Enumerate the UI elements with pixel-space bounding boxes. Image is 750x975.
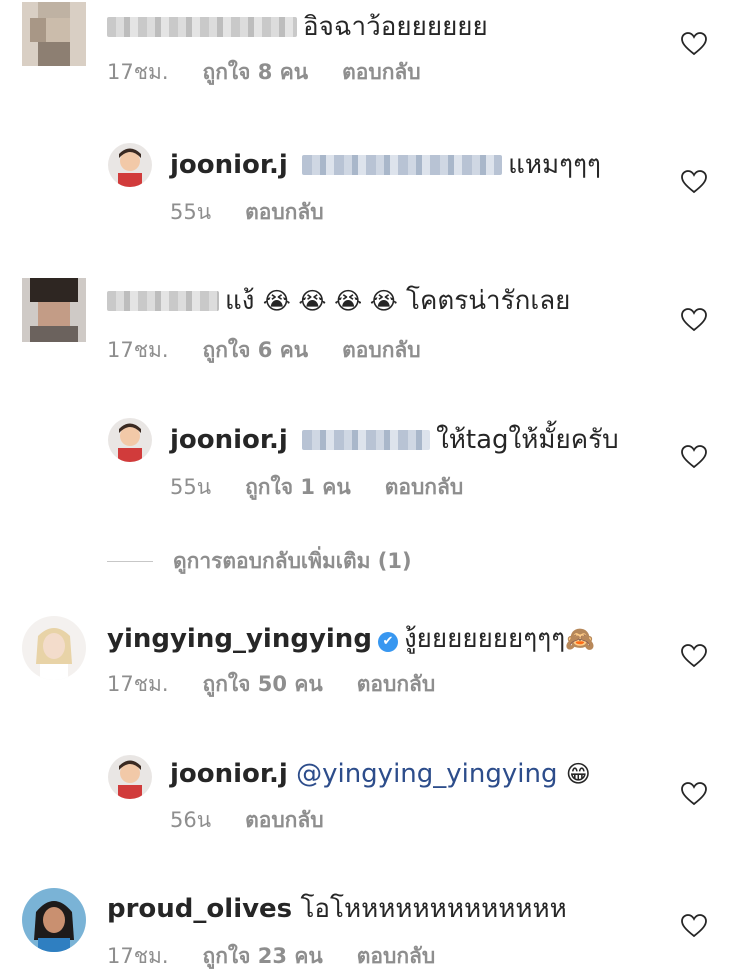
heart-outline-icon[interactable]	[681, 644, 707, 668]
heart-outline-icon[interactable]	[681, 170, 707, 194]
see-no-evil-monkey-emoji: 🙈	[565, 625, 596, 653]
blurred-mention	[302, 430, 431, 450]
timestamp: 17ชม.	[107, 944, 169, 968]
username[interactable]: proud_olives	[107, 894, 292, 924]
heart-outline-icon[interactable]	[681, 32, 707, 56]
timestamp: 55น	[170, 475, 212, 499]
comment-meta: 17ชม. ถูกใจ 6 คน ตอบกลับ	[107, 336, 421, 364]
comment-text: yingying_yingying ✔ งู้ยยยยยยยๆๆๆ🙈	[107, 624, 596, 654]
avatar[interactable]	[108, 418, 152, 462]
reply-button[interactable]: ตอบกลับ	[357, 942, 436, 970]
timestamp: 55น	[170, 200, 212, 224]
comment-meta: 17ชม. ถูกใจ 23 คน ตอบกลับ	[107, 942, 435, 970]
comment-meta: 17ชม. ถูกใจ 50 คน ตอบกลับ	[107, 670, 435, 698]
timestamp: 17ชม.	[107, 672, 169, 696]
blurred-username	[107, 291, 219, 311]
heart-outline-icon[interactable]	[681, 308, 707, 332]
avatar[interactable]	[22, 888, 86, 952]
comment-text: joonior.j ให้tagให้มั้ยครับ	[170, 425, 619, 455]
avatar[interactable]	[22, 2, 86, 66]
timestamp: 17ชม.	[107, 338, 169, 362]
divider	[107, 561, 153, 562]
grinning-emoji: 😁	[565, 760, 591, 788]
reply-button[interactable]: ตอบกลับ	[342, 58, 421, 86]
comment-text: joonior.j @yingying_yingying 😁	[170, 757, 591, 791]
blurred-mention	[302, 155, 503, 175]
reply-button[interactable]: ตอบกลับ	[245, 198, 324, 226]
likes-count[interactable]: ถูกใจ 1 คน	[245, 473, 351, 501]
blurred-username	[107, 17, 297, 37]
mention-link[interactable]: @yingying_yingying	[296, 759, 557, 789]
comment-meta: 56น ตอบกลับ	[170, 806, 324, 834]
reply-button[interactable]: ตอบกลับ	[385, 473, 464, 501]
view-more-replies-button[interactable]: ดูการตอบกลับเพิ่มเติม (1)	[107, 545, 412, 578]
reply-button[interactable]: ตอบกลับ	[245, 806, 324, 834]
timestamp: 56น	[170, 808, 212, 832]
crying-emoji: 😭 😭 😭 😭	[262, 287, 398, 315]
comment-text: แง้ 😭 😭 😭 😭 โคตรน่ารักเลย	[107, 284, 570, 318]
view-more-label: ดูการตอบกลับเพิ่มเติม (1)	[173, 549, 412, 573]
reply-button[interactable]: ตอบกลับ	[342, 336, 421, 364]
avatar[interactable]	[22, 616, 86, 680]
comment-meta: 55น ถูกใจ 1 คน ตอบกลับ	[170, 473, 463, 501]
heart-outline-icon[interactable]	[681, 445, 707, 469]
username[interactable]: yingying_yingying	[107, 624, 372, 654]
comment-text: proud_olives โอโหหหหหหหหหหหหห	[107, 894, 567, 924]
avatar[interactable]	[108, 143, 152, 187]
comment-text: joonior.j แหมๆๆๆ	[170, 150, 602, 180]
avatar[interactable]	[108, 755, 152, 799]
reply-button[interactable]: ตอบกลับ	[357, 670, 436, 698]
username[interactable]: joonior.j	[170, 150, 288, 180]
heart-outline-icon[interactable]	[681, 782, 707, 806]
heart-outline-icon[interactable]	[681, 914, 707, 938]
username[interactable]: joonior.j	[170, 425, 288, 455]
likes-count[interactable]: ถูกใจ 8 คน	[203, 58, 309, 86]
avatar[interactable]	[22, 278, 86, 342]
likes-count[interactable]: ถูกใจ 23 คน	[203, 942, 323, 970]
timestamp: 17ชม.	[107, 60, 169, 84]
comment-text: อิจฉาว้อยยยยยย	[107, 10, 488, 44]
username[interactable]: joonior.j	[170, 759, 288, 789]
likes-count[interactable]: ถูกใจ 6 คน	[203, 336, 309, 364]
comment-meta: 17ชม. ถูกใจ 8 คน ตอบกลับ	[107, 58, 421, 86]
verified-badge-icon: ✔	[377, 632, 398, 652]
likes-count[interactable]: ถูกใจ 50 คน	[203, 670, 323, 698]
comment-meta: 55น ตอบกลับ	[170, 198, 324, 226]
